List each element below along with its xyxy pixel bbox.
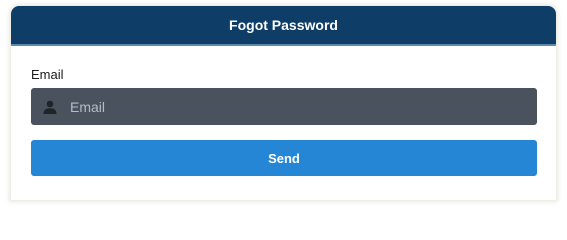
email-input[interactable] <box>70 88 537 125</box>
email-field-wrapper[interactable] <box>31 88 537 125</box>
email-label: Email <box>31 67 64 82</box>
panel-header: Fogot Password <box>11 6 556 46</box>
forgot-password-panel: Fogot Password Email Send <box>11 6 556 200</box>
page-title: Fogot Password <box>229 17 338 33</box>
send-button[interactable]: Send <box>31 140 537 176</box>
user-icon <box>42 99 58 115</box>
